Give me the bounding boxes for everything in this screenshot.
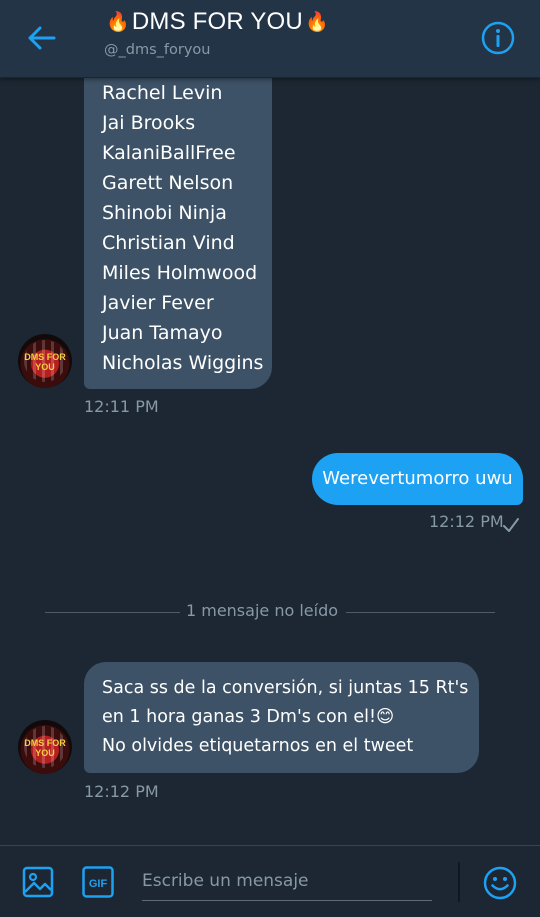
message-bubble-outgoing[interactable]: Werevertumorro uwu [312, 453, 523, 505]
add-image-button[interactable] [20, 864, 56, 900]
list-item: Nicholas Wiggins [102, 352, 264, 374]
emoji-button[interactable] [482, 865, 518, 901]
avatar-logo: DMS FOR YOU [24, 738, 66, 758]
divider-right [346, 612, 495, 613]
message-text-line: No olvides etiquetarnos en el tweet [102, 736, 414, 756]
message-bubble-incoming[interactable]: Saca ss de la conversión, si juntas 15 R… [84, 662, 479, 773]
conversation-title-block[interactable]: 🔥 DMS FOR YOU 🔥 @_dms_foryou [104, 8, 331, 58]
message-input[interactable] [142, 861, 432, 901]
image-icon [22, 866, 54, 898]
message-text-line: Saca ss de la conversión, si juntas 15 R… [102, 678, 469, 698]
unread-divider-label: 1 mensaje no leído [185, 601, 339, 620]
fire-icon: 🔥 [106, 12, 130, 33]
smiley-icon [483, 866, 517, 900]
avatar[interactable]: DMS FOR YOU [18, 720, 72, 774]
gif-label: GIF [89, 878, 108, 890]
conversation-name: DMS FOR YOU [131, 8, 303, 35]
list-item: Juan Tamayo [102, 322, 223, 344]
back-button[interactable] [22, 20, 62, 56]
back-arrow-icon [28, 26, 56, 50]
list-item: Shinobi Ninja [102, 202, 227, 224]
gif-button[interactable]: GIF [82, 866, 114, 898]
message-text-line: en 1 hora ganas 3 Dm's con el!😊 [102, 707, 395, 727]
message-bubble-list[interactable]: Rachel Levin Jai Brooks KalaniBallFree G… [84, 50, 272, 389]
list-item: Jai Brooks [102, 112, 196, 134]
avatar-logo: DMS FOR YOU [24, 352, 66, 372]
composer-separator [458, 862, 460, 902]
message-timestamp: 12:12 PM [429, 512, 504, 531]
list-item: Miles Holmwood [102, 262, 258, 284]
list-item: Christian Vind [102, 232, 235, 254]
list-item: Garett Nelson [102, 172, 234, 194]
list-item: Javier Fever [102, 292, 214, 314]
conversation-header: 🔥 DMS FOR YOU 🔥 @_dms_foryou [0, 0, 540, 78]
avatar[interactable]: DMS FOR YOU [18, 334, 72, 388]
divider-left [45, 612, 180, 613]
message-composer: GIF [0, 845, 540, 917]
message-timestamp: 12:11 PM [84, 397, 159, 416]
list-item: Rachel Levin [102, 82, 223, 104]
list-item: KalaniBallFree [102, 142, 236, 164]
gif-icon: GIF [82, 866, 114, 898]
sent-check-icon [503, 518, 519, 532]
conversation-handle: @_dms_foryou [104, 42, 211, 58]
message-timestamp: 12:12 PM [84, 782, 159, 801]
info-icon [481, 21, 515, 55]
info-button[interactable] [480, 20, 516, 56]
conversation-title: 🔥 DMS FOR YOU 🔥 [104, 8, 331, 36]
fire-icon: 🔥 [304, 12, 329, 33]
